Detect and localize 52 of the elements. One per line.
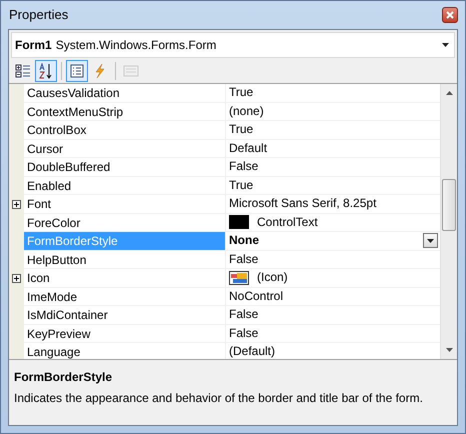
property-list-icon (69, 62, 85, 78)
expand-icon[interactable] (12, 274, 21, 283)
property-value[interactable]: True (229, 176, 440, 194)
property-name[interactable]: Enabled (24, 176, 226, 195)
property-name[interactable]: ContextMenuStrip (24, 102, 226, 121)
scrollbar[interactable] (440, 84, 457, 359)
property-value[interactable]: False (229, 324, 440, 342)
scroll-thumb[interactable] (442, 179, 456, 231)
property-value[interactable]: True (229, 84, 440, 102)
dropdown-arrow-icon (427, 238, 434, 243)
property-name[interactable]: ImeMode (24, 288, 226, 306)
property-name[interactable]: Font (24, 195, 226, 214)
scroll-up-icon[interactable] (446, 91, 452, 95)
window-title: Properties (8, 6, 68, 24)
scroll-down-icon[interactable] (446, 348, 452, 352)
object-name: Form1 (14, 37, 52, 54)
property-value[interactable]: (none) (229, 102, 440, 120)
property-pages-icon (123, 62, 139, 78)
property-name[interactable]: HelpButton (24, 250, 226, 269)
property-value[interactable]: (Icon) (257, 269, 440, 286)
object-selector[interactable]: Form1 System.Windows.Forms.Form (11, 32, 455, 58)
property-value[interactable]: False (229, 158, 440, 176)
close-icon (446, 11, 454, 19)
color-swatch (229, 215, 249, 230)
property-value[interactable]: True (229, 121, 440, 138)
property-value[interactable]: None (229, 232, 423, 250)
categorized-list-icon (15, 62, 31, 78)
property-value[interactable]: False (229, 250, 440, 268)
property-name[interactable]: ControlBox (24, 121, 226, 140)
property-value[interactable]: ControlText (257, 214, 440, 231)
property-value[interactable]: Microsoft Sans Serif, 8.25pt (229, 195, 440, 212)
property-name[interactable]: IsMdiContainer (24, 306, 226, 324)
property-value[interactable]: NoControl (229, 288, 440, 305)
property-value[interactable]: False (229, 306, 440, 324)
property-name[interactable]: ForeColor (24, 214, 226, 232)
dropdown-arrow-icon (442, 43, 449, 47)
property-name[interactable]: CausesValidation (24, 84, 226, 102)
sort-az-icon (38, 62, 54, 78)
toolbar-button[interactable] (35, 60, 57, 82)
object-type: System.Windows.Forms.Form (54, 37, 218, 54)
property-name[interactable]: DoubleBuffered (24, 158, 226, 176)
property-name[interactable]: KeyPreview (24, 324, 226, 343)
description-title: FormBorderStyle (14, 369, 114, 386)
property-value[interactable]: (Default) (229, 343, 440, 359)
property-name[interactable]: Cursor (24, 140, 226, 158)
dropdown-button[interactable] (423, 233, 438, 248)
close-button[interactable] (442, 7, 458, 23)
description-text: Indicates the appearance and behavior of the border and title bar of the form. (14, 390, 424, 407)
toolbar-button[interactable] (66, 60, 88, 82)
property-name[interactable]: Icon (24, 269, 226, 288)
expand-icon[interactable] (12, 200, 21, 209)
property-value[interactable]: Default (229, 140, 440, 157)
